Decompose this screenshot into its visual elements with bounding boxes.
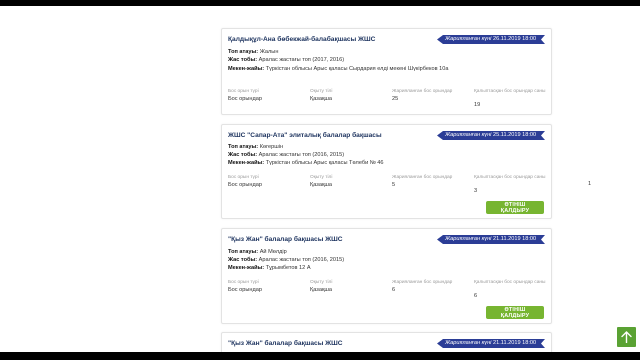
- address-value: Түркістан облысы Арыс қаласы Төлеби № 46: [265, 160, 384, 166]
- group-name-value: Ай Мөлдір: [259, 249, 287, 255]
- publish-date-value: 21.11.2019 18:00: [492, 340, 537, 346]
- announced-seats-label: Жарияланған бос орындар: [392, 89, 453, 94]
- publish-date-ribbon: Жарияланған күні 26.11.2019 18:00: [437, 35, 545, 44]
- announced-seats-label: Жарияланған бос орындар: [392, 175, 453, 180]
- kindergarten-card: "Қыз Жан" балалар бақшасы ЖШС Жарияланға…: [221, 332, 552, 352]
- publish-date-label: Жарияланған күні: [445, 36, 492, 42]
- publish-date-ribbon: Жарияланған күні 21.11.2019 18:00: [437, 235, 545, 244]
- publish-date-label: Жарияланған күні: [445, 132, 492, 138]
- publish-date-value: 21.11.2019 18:00: [492, 236, 537, 242]
- seat-type-value: Бос орындар: [228, 182, 262, 188]
- letterbox-bottom: [0, 352, 640, 360]
- card-title[interactable]: ЖШС "Сапар-Ата" элиталық балалар бақшасы: [228, 132, 433, 139]
- scroll-to-top-button[interactable]: [617, 327, 636, 347]
- publish-date-value: 25.11.2019 18:00: [492, 132, 537, 138]
- address-label: Мекен-жайы:: [228, 66, 265, 72]
- address-row: Мекен-жайы: Түркістан облысы Арыс қаласы…: [228, 65, 450, 73]
- card-title[interactable]: Қалдықұл-Ана бөбекжай-балабақшасы ЖШС: [228, 36, 433, 43]
- language-value: Қазақша: [310, 182, 333, 188]
- age-group-value: Аралас жастағы топ (2016, 2015): [258, 152, 345, 158]
- seat-type-label: Бос орын түрі: [228, 280, 259, 285]
- seat-type-value: Бос орындар: [228, 96, 262, 102]
- remaining-seats-label: Қалыптасқан бос орындар саны: [474, 175, 546, 180]
- page-content: Қалдықұл-Ана бөбекжай-балабақшасы ЖШС Жа…: [0, 6, 640, 352]
- address-label: Мекен-жайы:: [228, 160, 265, 166]
- kindergarten-card: ЖШС "Сапар-Ата" элиталық балалар бақшасы…: [221, 124, 552, 219]
- address-row: Мекен-жайы: Тұрымбетов 12 А: [228, 265, 311, 271]
- group-name-label: Топ атауы:: [228, 49, 259, 55]
- age-group-label: Жас тобы:: [228, 152, 258, 158]
- group-name-value: Жалын: [259, 49, 279, 55]
- language-value: Қазақша: [310, 96, 333, 102]
- publish-date-ribbon: Жарияланған күні 21.11.2019 18:00: [437, 339, 545, 348]
- age-group-value: Аралас жастағы топ (2016, 2015): [258, 257, 345, 263]
- language-label: Оқыту тілі: [310, 175, 333, 180]
- remaining-seats-value: 3: [474, 188, 478, 194]
- remaining-seats-label: Қалыптасқан бос орындар саны: [474, 280, 546, 285]
- kindergarten-card: "Қыз Жан" балалар бақшасы ЖШС Жарияланға…: [221, 228, 552, 324]
- age-group-row: Жас тобы: Аралас жастағы топ (2016, 2015…: [228, 152, 344, 158]
- announced-seats-label: Жарияланған бос орындар: [392, 280, 453, 285]
- language-label: Оқыту тілі: [310, 280, 333, 285]
- language-value: Қазақша: [310, 287, 333, 293]
- group-name-value: Көгершін: [259, 144, 284, 150]
- age-group-label: Жас тобы:: [228, 57, 258, 63]
- age-group-row: Жас тобы: Аралас жастағы топ (2017, 2016…: [228, 57, 344, 63]
- arrow-up-icon: [621, 331, 632, 343]
- apply-button[interactable]: ӨТІНІШ ҚАЛДЫРУ: [486, 306, 544, 319]
- address-value: Түркістан облысы Арыс қаласы Сырдария ел…: [265, 66, 449, 72]
- remaining-seats-value: 19: [474, 102, 481, 108]
- kindergarten-card: Қалдықұл-Ана бөбекжай-балабақшасы ЖШС Жа…: [221, 28, 552, 115]
- remaining-seats-label: Қалыптасқан бос орындар саны: [474, 89, 546, 94]
- group-name-label: Топ атауы:: [228, 249, 259, 255]
- seat-type-label: Бос орын түрі: [228, 89, 259, 94]
- announced-seats-value: 5: [392, 182, 396, 188]
- seat-type-label: Бос орын түрі: [228, 175, 259, 180]
- language-label: Оқыту тілі: [310, 89, 333, 94]
- address-row: Мекен-жайы: Түркістан облысы Арыс қаласы…: [228, 160, 384, 166]
- announced-seats-value: 6: [392, 287, 396, 293]
- apply-button[interactable]: ӨТІНІШ ҚАЛДЫРУ: [486, 201, 544, 214]
- group-name-row: Топ атауы: Ай Мөлдір: [228, 249, 287, 255]
- card-title[interactable]: "Қыз Жан" балалар бақшасы ЖШС: [228, 340, 433, 347]
- address-value: Тұрымбетов 12 А: [265, 265, 311, 271]
- publish-date-ribbon: Жарияланған күні 25.11.2019 18:00: [437, 131, 545, 140]
- announced-seats-value: 25: [392, 96, 399, 102]
- address-label: Мекен-жайы:: [228, 265, 265, 271]
- group-name-row: Топ атауы: Жалын: [228, 49, 278, 55]
- publish-date-label: Жарияланған күні: [445, 340, 492, 346]
- seat-type-value: Бос орындар: [228, 287, 262, 293]
- publish-date-label: Жарияланған күні: [445, 236, 492, 242]
- page-marker: 1: [588, 181, 592, 187]
- age-group-row: Жас тобы: Аралас жастағы топ (2016, 2015…: [228, 257, 344, 263]
- age-group-label: Жас тобы:: [228, 257, 258, 263]
- card-title[interactable]: "Қыз Жан" балалар бақшасы ЖШС: [228, 236, 433, 243]
- remaining-seats-value: 6: [474, 293, 478, 299]
- age-group-value: Аралас жастағы топ (2017, 2016): [258, 57, 345, 63]
- group-name-label: Топ атауы:: [228, 144, 259, 150]
- group-name-row: Топ атауы: Көгершін: [228, 144, 283, 150]
- publish-date-value: 26.11.2019 18:00: [492, 36, 537, 42]
